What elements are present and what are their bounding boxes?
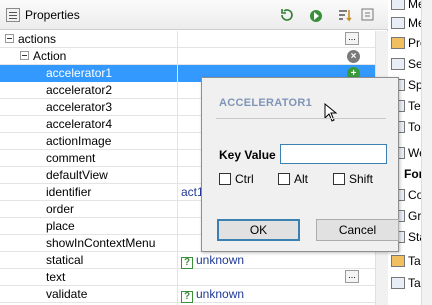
- menu-icon: [391, 17, 405, 29]
- property-name: validate: [46, 287, 88, 301]
- property-name: place: [46, 219, 75, 233]
- mouse-cursor-icon: [324, 102, 338, 123]
- checkbox-box[interactable]: [278, 173, 290, 185]
- shift-checkbox[interactable]: Shift: [333, 172, 388, 188]
- column-divider: [177, 31, 178, 305]
- table-icon: [391, 255, 405, 267]
- run-icon[interactable]: [308, 7, 324, 23]
- collapse-icon[interactable]: [20, 51, 29, 60]
- checkbox-box[interactable]: [333, 173, 345, 185]
- tree-root-row[interactable]: actions ...: [0, 31, 388, 48]
- cancel-button[interactable]: Cancel: [316, 219, 399, 241]
- unknown-icon: ?: [181, 291, 193, 303]
- tree-group-label: Action: [33, 49, 67, 63]
- palette-scrollbar[interactable]: [421, 0, 432, 305]
- ctrl-checkbox[interactable]: Ctrl: [219, 172, 269, 188]
- property-name: text: [46, 270, 66, 284]
- unknown-icon: ?: [181, 257, 193, 269]
- collapse-icon[interactable]: [5, 34, 14, 43]
- table-icon: [391, 277, 405, 289]
- property-name: showInContextMenu: [46, 236, 156, 250]
- checkbox-label: Alt: [294, 172, 309, 186]
- ok-button[interactable]: OK: [217, 219, 300, 241]
- alt-checkbox[interactable]: Alt: [278, 172, 328, 188]
- accelerator-dialog: ACCELERATOR1 Key Value Ctrl Alt Shift OK…: [201, 77, 399, 252]
- property-name: accelerator4: [46, 117, 113, 131]
- property-name: actionImage: [46, 134, 112, 148]
- tree-root-label: actions: [18, 32, 57, 46]
- progress-icon: [391, 37, 405, 49]
- property-value[interactable]: ? unknown: [181, 252, 245, 269]
- properties-icon: [6, 8, 20, 22]
- key-value-input[interactable]: [280, 144, 387, 164]
- panel-header: Properties: [0, 0, 388, 30]
- dialog-separator: [216, 118, 386, 119]
- separator-icon: [391, 58, 405, 70]
- property-name: defaultView: [46, 168, 108, 182]
- property-name: order: [46, 202, 75, 216]
- property-name: statical: [46, 253, 84, 267]
- property-name: accelerator1: [46, 66, 113, 80]
- checkbox-label: Ctrl: [235, 172, 254, 186]
- checkbox-label: Shift: [349, 172, 374, 186]
- property-value[interactable]: ? unknown: [181, 286, 245, 303]
- property-row[interactable]: statical ? unknown: [0, 252, 388, 269]
- panel-title: Properties: [25, 8, 80, 22]
- property-name: comment: [46, 151, 96, 165]
- property-row[interactable]: text ...: [0, 269, 388, 286]
- property-value-text: unknown: [196, 253, 245, 267]
- property-name: accelerator3: [46, 100, 113, 114]
- property-row[interactable]: validate ? unknown: [0, 286, 388, 303]
- property-name: accelerator2: [46, 83, 113, 97]
- ellipsis-button[interactable]: ...: [345, 270, 359, 283]
- property-value-text: unknown: [196, 287, 245, 301]
- menu-icon: [391, 0, 405, 10]
- sort-icon[interactable]: [337, 7, 353, 23]
- tree-group-row[interactable]: Action ×: [0, 48, 388, 65]
- checkbox-box[interactable]: [219, 173, 231, 185]
- property-name: identifier: [46, 185, 92, 199]
- key-value-label: Key Value: [219, 148, 276, 162]
- refresh-icon[interactable]: [279, 7, 295, 23]
- remove-icon[interactable]: ×: [347, 50, 360, 63]
- dialog-title: ACCELERATOR1: [219, 97, 313, 109]
- ellipsis-button[interactable]: ...: [345, 32, 359, 45]
- filter-icon[interactable]: [360, 7, 376, 23]
